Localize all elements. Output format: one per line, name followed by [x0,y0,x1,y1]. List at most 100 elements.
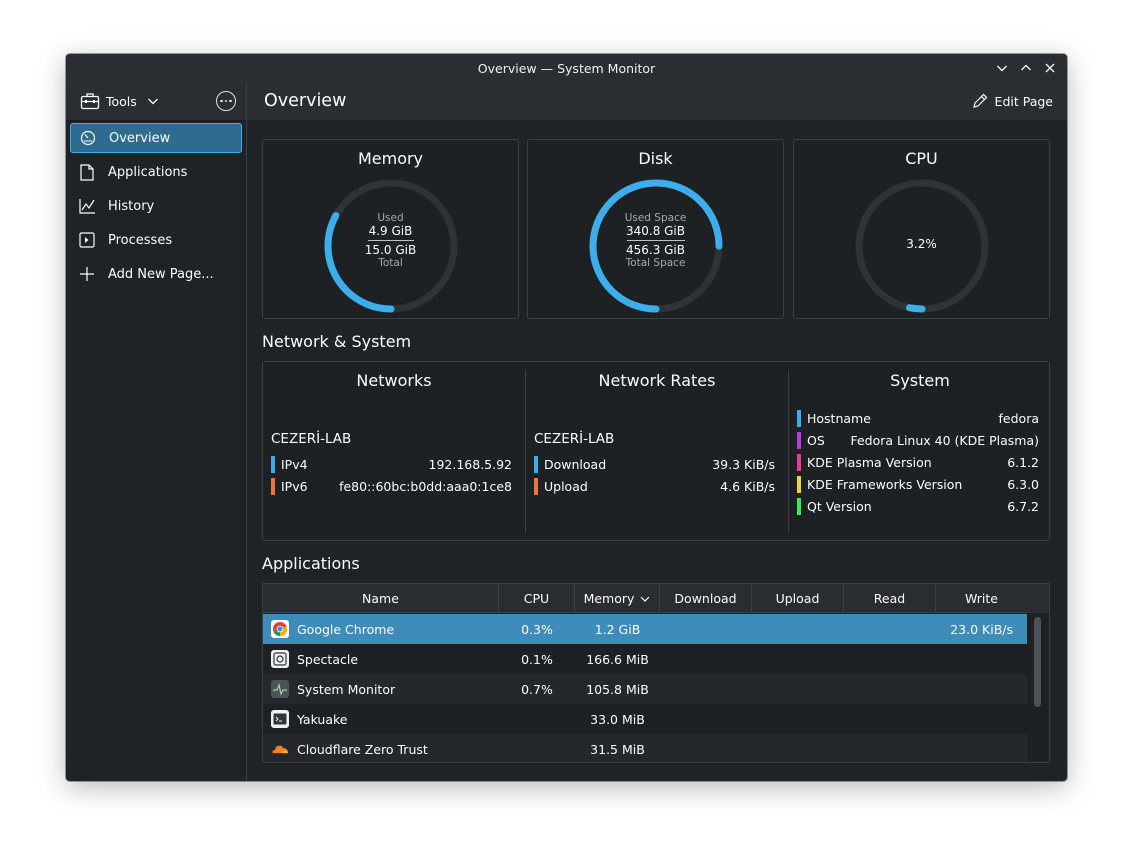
cell-upload [752,674,844,704]
column-header-upload[interactable]: Upload [752,584,844,613]
column-header-name[interactable]: Name [263,584,499,613]
app-name: Cloudflare Zero Trust [297,741,428,757]
cell-write [936,644,1028,674]
sidebar-header: Tools [66,82,246,121]
cell-download [660,674,752,704]
terminal-window-icon [78,231,96,249]
disk-used-value: 340.8 GiB [625,224,686,238]
table-row[interactable]: Cloudflare Zero Trust 31.5 MiB [263,734,1028,762]
column-label: CPU [523,591,550,606]
close-icon [1045,63,1055,73]
cpu-card[interactable]: CPU 3.2% [793,139,1050,319]
hostname-row: Hostname fedora [797,409,1039,427]
disk-total-label: Total Space [625,257,686,269]
cell-download [660,734,752,762]
table-row[interactable]: Yakuake 33.0 MiB [263,704,1028,734]
app-name: Spectacle [297,651,359,667]
edit-page-label: Edit Page [994,93,1053,109]
column-header-write[interactable]: Write [936,584,1028,613]
chevron-down-icon [997,65,1007,72]
plasma-version-row: KDE Plasma Version 6.1.2 [797,453,1039,471]
tools-label: Tools [106,93,137,109]
cell-upload [752,614,844,644]
cell-memory: 33.0 MiB [590,711,645,727]
sidebar-item-applications[interactable]: Applications [70,157,242,187]
cell-memory: 31.5 MiB [590,741,645,757]
network-name: CEZERİ-LAB [271,431,352,447]
sidebar-list: Overview Applications History Processes [66,121,246,295]
sidebar-item-overview[interactable]: Overview [70,123,242,153]
column-header-read[interactable]: Read [844,584,936,613]
sidebar-item-processes[interactable]: Processes [70,225,242,255]
column-header-memory[interactable]: Memory [575,584,660,613]
cell-name: Yakuake [263,704,499,734]
sidebar-item-history[interactable]: History [70,191,242,221]
cell-cpu [499,734,575,762]
network-name: CEZERİ-LAB [534,431,615,447]
sidebar-item-label: Overview [109,130,171,146]
column-header-download[interactable]: Download [660,584,752,613]
app-name: System Monitor [297,681,396,697]
ipv4-label: IPv4 [281,456,308,472]
sidebar-item-label: Applications [108,164,188,180]
column-header-cpu[interactable]: CPU [499,584,575,613]
chart-line-icon [78,197,96,215]
download-label: Download [544,456,607,472]
cell-write: 23.0 KiB/s [950,621,1013,637]
series-color-swatch [271,455,275,473]
table-row[interactable]: System Monitor 0.7% 105.8 MiB [263,674,1028,704]
sidebar-item-add-new-page[interactable]: Add New Page... [70,259,242,289]
cell-read [844,734,936,762]
divider [367,240,414,241]
upload-value: 4.6 KiB/s [720,478,775,494]
memory-total-label: Total [378,257,403,269]
cell-download [660,704,752,734]
network-rates-title: Network Rates [598,371,716,390]
close-button[interactable] [1039,57,1061,79]
minimize-button[interactable] [991,57,1013,79]
memory-used-value: 4.9 GiB [368,224,413,238]
cell-write [936,704,1028,734]
more-options-button[interactable] [216,91,236,111]
cell-memory: 166.6 MiB [586,651,649,667]
cell-name: Spectacle [263,644,499,674]
upload-row: Upload 4.6 KiB/s [534,477,775,495]
title-bar: Overview — System Monitor [66,54,1067,82]
applications-table: Name CPU Memory Download Upload Read Wri… [262,583,1050,763]
chrome-icon [271,620,289,638]
frameworks-version-row: KDE Frameworks Version 6.3.0 [797,475,1039,493]
cell-download [660,614,752,644]
ipv6-value: fe80::60bc:b0dd:aaa0:1ce8 [339,478,512,494]
upload-label: Upload [544,478,588,494]
tools-menu-button[interactable]: Tools [80,92,159,110]
disk-card[interactable]: Disk Used Space 340.8 GiB 456.3 GiB Tota… [527,139,784,319]
series-color-swatch [271,477,275,495]
series-color-swatch [534,455,538,473]
disk-total-value: 456.3 GiB [625,243,686,257]
window-controls [991,54,1061,82]
networks-title: Networks [356,371,432,390]
ipv6-label: IPv6 [281,478,308,494]
page-header: Overview Edit Page [247,82,1067,121]
edit-page-button[interactable]: Edit Page [972,93,1053,109]
table-scrollbar[interactable] [1027,613,1049,762]
chevron-down-icon [147,98,158,105]
cell-read [844,644,936,674]
column-label: Read [873,591,906,606]
cell-read [844,614,936,644]
plus-icon [78,265,96,283]
plasma-version-label: KDE Plasma Version [807,454,932,470]
network-rates-column: Network Rates CEZERİ-LAB Download 39.3 K… [526,362,788,540]
qt-version-label: Qt Version [807,498,872,514]
cell-name: System Monitor [263,674,499,704]
memory-card[interactable]: Memory Used 4.9 GiB 15.0 GiB Total [262,139,519,319]
cell-write [936,734,1028,762]
cell-upload [752,734,844,762]
hostname-value: fedora [998,410,1039,426]
scrollbar-thumb[interactable] [1034,617,1041,707]
table-row[interactable]: Spectacle 0.1% 166.6 MiB [263,644,1028,674]
disk-readout: Used Space 340.8 GiB 456.3 GiB Total Spa… [528,212,783,269]
maximize-button[interactable] [1015,57,1037,79]
table-row[interactable]: Google Chrome 0.3% 1.2 GiB 23.0 KiB/s [263,614,1028,644]
document-icon [78,163,96,181]
